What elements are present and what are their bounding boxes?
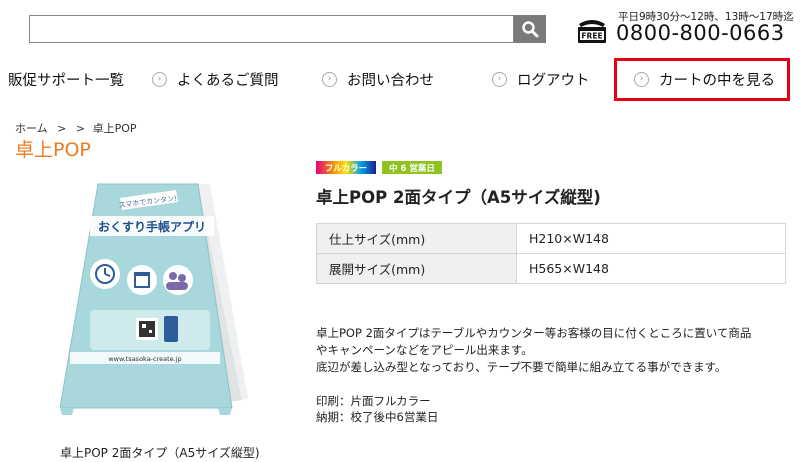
badge-lead-time: 中 6 営業日 bbox=[382, 161, 442, 174]
nav-item-logout[interactable]: › ログアウト bbox=[492, 58, 590, 100]
phone-number[interactable]: 0800-800-0663 bbox=[616, 21, 785, 45]
product-image: スマホでカンタン! おくすり手帳アプリ www.tsasoka-create.j… bbox=[60, 183, 248, 415]
nav-item-contact[interactable]: › お問い合わせ bbox=[322, 58, 434, 100]
nav-item-faq[interactable]: › よくあるご質問 bbox=[152, 58, 279, 100]
chevron-right-icon: › bbox=[322, 71, 337, 87]
spec-value: H210×W148 bbox=[516, 223, 786, 254]
pop-url: www.tsasoka-create.jp bbox=[108, 355, 181, 363]
delivery-info: 納期：校了後中6営業日 bbox=[316, 410, 439, 424]
description-line: 底辺が差し込み型となっており、テープ不要で簡単に組み立てる事ができます。 bbox=[316, 360, 727, 374]
breadcrumb-current: 卓上POP bbox=[92, 122, 137, 135]
pop-title: おくすり手帳アプリ bbox=[98, 219, 206, 234]
product-name: 卓上POP 2面タイプ（A5サイズ縦型) bbox=[316, 188, 601, 207]
description-line: 卓上POP 2面タイプはテーブルやカウンター等お客様の目に付くところに置いて商品 bbox=[316, 326, 752, 340]
spec-table: 仕上サイズ(mm) H210×W148 展開サイズ(mm) H565×W148 bbox=[316, 223, 786, 284]
search-button[interactable] bbox=[514, 15, 546, 43]
nav-item-promo-support[interactable]: 販促サポート一覧 bbox=[8, 58, 124, 100]
chevron-right-icon: › bbox=[492, 71, 507, 87]
description-line: やキャンペーンなどをアピール出来ます。 bbox=[316, 343, 533, 357]
spec-label: 仕上サイズ(mm) bbox=[316, 223, 517, 254]
nav-item-label: 販促サポート一覧 bbox=[8, 72, 124, 89]
nav-item-label: ログアウト bbox=[517, 72, 590, 89]
breadcrumb-home[interactable]: ホーム bbox=[15, 122, 48, 135]
spec-label: 展開サイズ(mm) bbox=[316, 253, 517, 284]
free-label: FREE bbox=[581, 32, 602, 41]
spec-value: H565×W148 bbox=[516, 253, 786, 284]
search-icon bbox=[522, 21, 539, 38]
table-row: 展開サイズ(mm) H565×W148 bbox=[316, 253, 786, 284]
breadcrumb-separator: > bbox=[75, 122, 86, 135]
phone-free-icon: FREE bbox=[578, 20, 606, 43]
product-image-caption: 卓上POP 2面タイプ（A5サイズ縦型) bbox=[60, 446, 260, 460]
cart-highlight-box bbox=[614, 58, 790, 101]
breadcrumb-separator: > bbox=[57, 122, 67, 135]
chevron-right-icon: › bbox=[152, 71, 167, 87]
nav-item-label: お問い合わせ bbox=[347, 72, 434, 89]
table-row: 仕上サイズ(mm) H210×W148 bbox=[316, 223, 786, 254]
breadcrumb: ホーム > > 卓上POP bbox=[15, 120, 137, 136]
page-title: 卓上POP bbox=[15, 139, 91, 161]
badge-full-color: フルカラー bbox=[316, 161, 376, 174]
product-meta: 印刷：片面フルカラー 納期：校了後中6営業日 bbox=[316, 393, 438, 425]
nav-item-label: よくあるご質問 bbox=[177, 72, 279, 89]
search-input[interactable] bbox=[29, 15, 514, 43]
print-info: 印刷：片面フルカラー bbox=[316, 394, 431, 408]
product-description: 卓上POP 2面タイプはテーブルやカウンター等お客様の目に付くところに置いて商品… bbox=[316, 325, 786, 376]
